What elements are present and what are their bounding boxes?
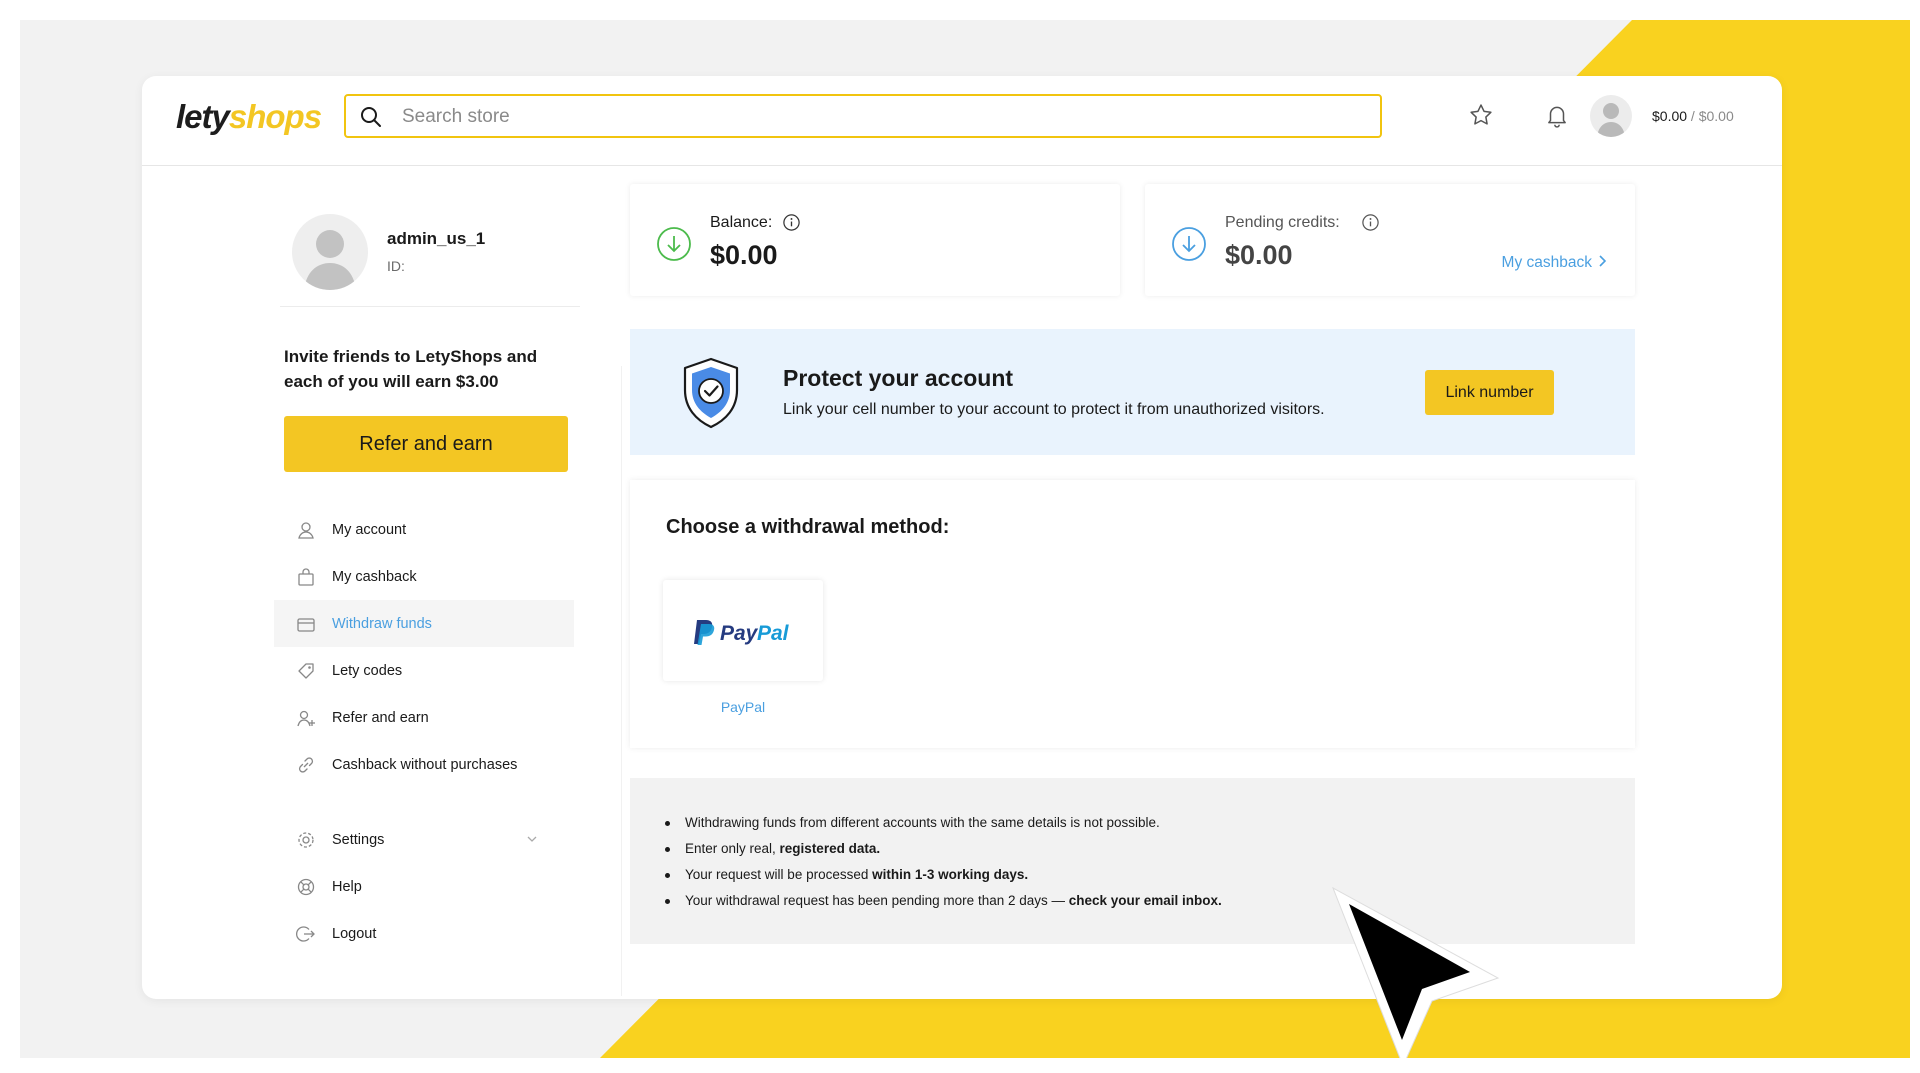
sidebar-item-label: Help xyxy=(332,878,362,895)
sidebar-item-label: Refer and earn xyxy=(332,709,429,726)
link-icon xyxy=(296,755,316,775)
username: admin_us_1 xyxy=(387,229,486,248)
avatar[interactable] xyxy=(1590,95,1632,137)
add-user-icon xyxy=(296,708,316,728)
balance-card: Balance: $0.00 xyxy=(630,184,1120,296)
paypal-logo-icon: Pay Pal xyxy=(693,618,797,651)
pending-credits-label: Pending credits: xyxy=(1225,214,1340,231)
logout-icon xyxy=(296,924,316,944)
user-icon xyxy=(296,520,316,540)
info-icon[interactable] xyxy=(782,213,801,237)
withdrawal-method-panel: Choose a withdrawal method: Pay Pal PayP… xyxy=(630,480,1635,748)
wallet-icon xyxy=(296,614,316,634)
protect-description: Link your cell number to your account to… xyxy=(783,401,1325,418)
sidebar-item-cashback-without-purchases[interactable]: Cashback without purchases xyxy=(274,741,574,788)
balance-label: Balance: xyxy=(710,214,773,231)
header: letyshops $0.00 / $0.00 xyxy=(142,76,1782,166)
protect-title: Protect your account xyxy=(783,365,1014,391)
header-balance[interactable]: $0.00 / $0.00 xyxy=(1652,108,1734,124)
balance-value: $0.00 xyxy=(710,240,778,270)
sidebar-item-label: Logout xyxy=(332,925,377,942)
sidebar-item-my-account[interactable]: My account xyxy=(274,506,574,553)
list-item: Withdrawing funds from different account… xyxy=(663,810,1222,836)
cursor-arrow-icon xyxy=(1325,880,1505,1058)
lifebuoy-icon xyxy=(296,877,316,897)
sidebar-item-label: Settings xyxy=(332,831,385,848)
search-icon xyxy=(360,106,382,133)
svg-text:Pal: Pal xyxy=(757,622,790,645)
background-stage: letyshops $0.00 / $0.00 xyxy=(20,20,1910,1058)
star-icon[interactable] xyxy=(1468,102,1494,133)
invite-text: Invite friends to LetyShops and each of … xyxy=(284,347,538,391)
search-input[interactable] xyxy=(400,96,1364,138)
arrow-down-circle-icon xyxy=(1171,226,1207,267)
list-item: Your request will be processed within 1-… xyxy=(663,862,1222,888)
sidebar-item-label: Withdraw funds xyxy=(332,615,432,632)
divider xyxy=(280,306,580,307)
sidebar-item-settings[interactable]: Settings xyxy=(274,816,574,863)
chevron-down-icon[interactable] xyxy=(526,833,538,849)
profile-avatar xyxy=(292,214,368,290)
sidebar-item-label: My account xyxy=(332,521,407,538)
refer-and-earn-button[interactable]: Refer and earn xyxy=(284,416,568,472)
gear-icon xyxy=(296,830,316,850)
bag-icon xyxy=(296,567,316,587)
sidebar-item-label: My cashback xyxy=(332,568,417,585)
tag-icon xyxy=(296,661,316,681)
search-box xyxy=(344,94,1382,138)
link-number-button[interactable]: Link number xyxy=(1425,370,1554,415)
protect-account-banner: Protect your account Link your cell numb… xyxy=(630,329,1635,455)
my-cashback-link[interactable]: My cashback xyxy=(1502,254,1607,272)
sidebar-item-my-cashback[interactable]: My cashback xyxy=(274,553,574,600)
paypal-method-tile[interactable]: Pay Pal xyxy=(663,580,823,681)
svg-text:Pay: Pay xyxy=(720,622,759,645)
shield-check-icon xyxy=(680,356,742,435)
list-item: Your withdrawal request has been pending… xyxy=(663,888,1222,914)
chevron-right-icon xyxy=(1598,254,1607,272)
notes-list: Withdrawing funds from different account… xyxy=(663,810,1222,914)
pending-credits-value: $0.00 xyxy=(1225,240,1293,270)
divider xyxy=(621,366,622,996)
sidebar-item-logout[interactable]: Logout xyxy=(274,910,574,957)
bell-icon[interactable] xyxy=(1544,102,1570,133)
sidebar-item-lety-codes[interactable]: Lety codes xyxy=(274,647,574,694)
sidebar-item-label: Cashback without purchases xyxy=(332,756,518,773)
sidebar-item-label: Lety codes xyxy=(332,662,403,679)
logo[interactable]: letyshops xyxy=(176,98,322,136)
withdrawal-title: Choose a withdrawal method: xyxy=(666,516,950,538)
list-item: Enter only real, registered data. xyxy=(663,836,1222,862)
paypal-caption[interactable]: PayPal xyxy=(663,699,823,715)
arrow-down-circle-icon xyxy=(656,226,692,267)
user-id: ID: xyxy=(387,258,405,274)
app-window: letyshops $0.00 / $0.00 xyxy=(142,76,1782,999)
info-icon[interactable] xyxy=(1361,213,1380,237)
sidebar-item-withdraw-funds[interactable]: Withdraw funds xyxy=(274,600,574,647)
pending-credits-card: Pending credits: $0.00 My cashback xyxy=(1145,184,1635,296)
sidebar-item-refer-and-earn[interactable]: Refer and earn xyxy=(274,694,574,741)
sidebar-item-help[interactable]: Help xyxy=(274,863,574,910)
